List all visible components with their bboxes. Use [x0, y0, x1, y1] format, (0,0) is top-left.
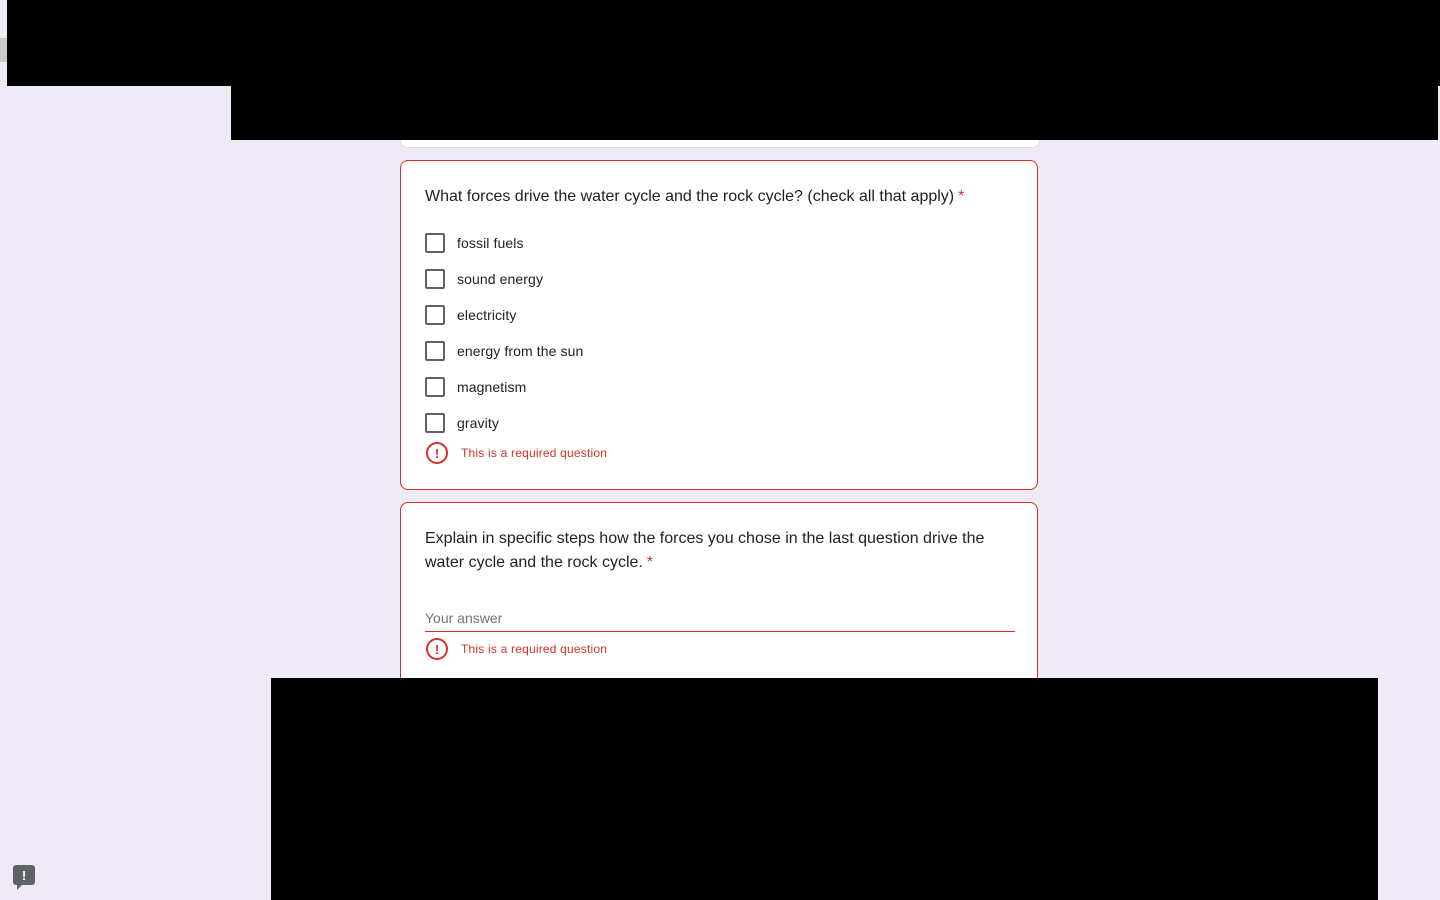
question-title-text: What forces drive the water cycle and th… [425, 188, 955, 205]
option-label: electricity [457, 307, 517, 323]
question-card-explain: Explain in specific steps how the forces… [400, 502, 1038, 702]
alert-circle-icon: ! [426, 442, 448, 464]
required-asterisk: * [646, 554, 654, 571]
option-label: sound energy [457, 271, 544, 287]
redacted-region [271, 678, 1378, 900]
checkbox[interactable] [425, 305, 445, 325]
checkbox[interactable] [425, 269, 445, 289]
alert-circle-icon: ! [426, 638, 448, 660]
question-title: What forces drive the water cycle and th… [425, 185, 1001, 209]
checkbox-option-electricity[interactable]: electricity [425, 303, 516, 327]
answer-input[interactable] [425, 605, 1015, 632]
scrollbar-tab[interactable] [0, 38, 7, 62]
option-label: gravity [457, 415, 499, 431]
checkbox-option-sound-energy[interactable]: sound energy [425, 267, 543, 291]
redacted-region [7, 0, 1440, 86]
checkbox-option-gravity[interactable]: gravity [425, 411, 499, 435]
option-label: energy from the sun [457, 343, 584, 359]
error-message: This is a required question [461, 642, 608, 656]
checkbox-option-magnetism[interactable]: magnetism [425, 375, 526, 399]
checkbox-option-fossil-fuels[interactable]: fossil fuels [425, 231, 524, 255]
required-error: ! This is a required question [425, 637, 607, 661]
option-label: magnetism [457, 379, 527, 395]
checkbox-option-energy-from-sun[interactable]: energy from the sun [425, 339, 583, 363]
required-error: ! This is a required question [425, 441, 607, 465]
report-problem-icon[interactable]: ! [13, 865, 35, 890]
checkbox[interactable] [425, 341, 445, 361]
checkbox[interactable] [425, 233, 445, 253]
checkbox[interactable] [425, 377, 445, 397]
required-asterisk: * [958, 188, 965, 205]
checkbox[interactable] [425, 413, 445, 433]
redacted-region [231, 86, 1438, 140]
question-card-forces: What forces drive the water cycle and th… [400, 160, 1038, 490]
report-problem-glyph: ! [21, 867, 27, 883]
error-message: This is a required question [461, 446, 608, 460]
question-title-text: Explain in specific steps how the forces… [425, 530, 985, 571]
question-title: Explain in specific steps how the forces… [425, 527, 1001, 575]
option-label: fossil fuels [457, 235, 524, 251]
